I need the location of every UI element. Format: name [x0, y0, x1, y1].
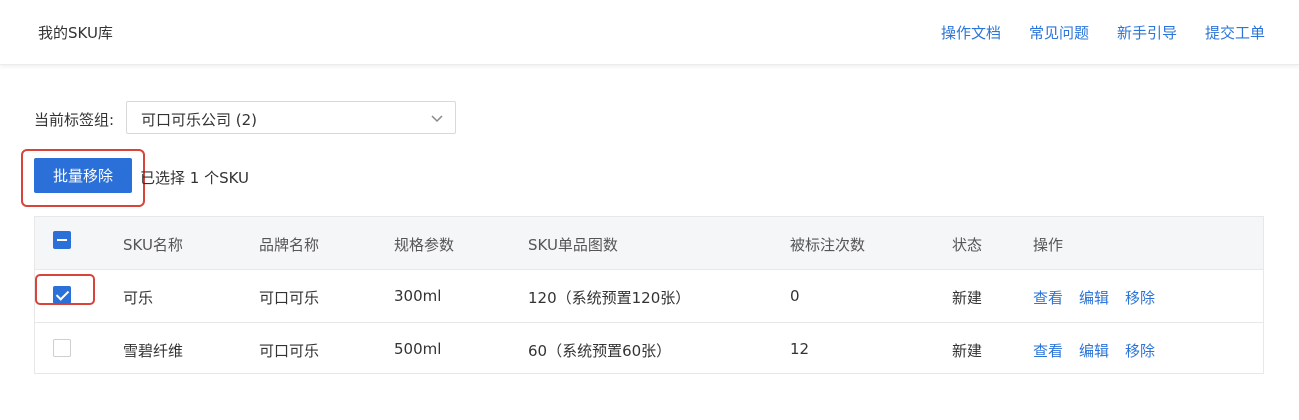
cell-actions: 查看 编辑 移除 — [1033, 287, 1171, 308]
cell-brand: 可口可乐 — [259, 289, 320, 307]
cell-brand: 可口可乐 — [259, 342, 320, 360]
header-link-faq[interactable]: 常见问题 — [1029, 22, 1089, 43]
tag-group-select[interactable]: 可口可乐公司 (2) — [126, 101, 456, 134]
edit-link[interactable]: 编辑 — [1079, 289, 1109, 307]
cell-image-count: 120（系统预置120张） — [528, 289, 691, 307]
column-header-annotation-count: 被标注次数 — [790, 236, 866, 254]
cell-annotation-count: 12 — [790, 340, 810, 358]
view-link[interactable]: 查看 — [1033, 289, 1063, 307]
cell-image-count: 60（系统预置60张） — [528, 342, 672, 360]
selection-count-text: 已选择 1 个SKU — [140, 169, 250, 187]
table-row: 雪碧纤维 可口可乐 500ml 60（系统预置60张） 12 新建 查看 编辑 移除 — [35, 323, 1263, 375]
batch-remove-button[interactable]: 批量移除 — [34, 158, 132, 193]
column-header-spec: 规格参数 — [394, 236, 455, 254]
top-header: 我的SKU库 操作文档 常见问题 新手引导 提交工单 — [0, 0, 1299, 65]
column-header-image-count: SKU单品图数 — [528, 236, 618, 254]
cell-sku-name: 雪碧纤维 — [123, 342, 184, 360]
table-header: SKU名称 品牌名称 规格参数 SKU单品图数 被标注次数 状态 操作 — [35, 217, 1263, 270]
tag-group-label: 当前标签组: — [34, 111, 115, 129]
cell-annotation-count: 0 — [790, 287, 800, 305]
column-header-status: 状态 — [952, 236, 983, 254]
cell-actions: 查看 编辑 移除 — [1033, 340, 1171, 361]
header-link-docs[interactable]: 操作文档 — [941, 22, 1001, 43]
tag-group-selected-value: 可口可乐公司 (2) — [141, 111, 258, 129]
header-nav: 操作文档 常见问题 新手引导 提交工单 — [941, 22, 1265, 43]
column-header-brand: 品牌名称 — [259, 236, 320, 254]
page-title: 我的SKU库 — [38, 24, 113, 42]
cell-spec: 500ml — [394, 340, 442, 358]
chevron-down-icon — [431, 115, 443, 123]
remove-link[interactable]: 移除 — [1125, 342, 1155, 360]
remove-link[interactable]: 移除 — [1125, 289, 1155, 307]
row-checkbox[interactable] — [53, 286, 71, 304]
header-link-ticket[interactable]: 提交工单 — [1205, 22, 1265, 43]
view-link[interactable]: 查看 — [1033, 342, 1063, 360]
cell-status: 新建 — [952, 289, 983, 307]
cell-spec: 300ml — [394, 287, 442, 305]
header-link-guide[interactable]: 新手引导 — [1117, 22, 1177, 43]
sku-table: SKU名称 品牌名称 规格参数 SKU单品图数 被标注次数 状态 操作 可乐 可… — [34, 216, 1264, 374]
column-header-sku-name: SKU名称 — [123, 236, 183, 254]
select-all-checkbox[interactable] — [53, 231, 71, 249]
row-checkbox[interactable] — [53, 339, 71, 357]
cell-status: 新建 — [952, 342, 983, 360]
edit-link[interactable]: 编辑 — [1079, 342, 1109, 360]
table-row: 可乐 可口可乐 300ml 120（系统预置120张） 0 新建 查看 编辑 移除 — [35, 270, 1263, 323]
column-header-actions: 操作 — [1033, 236, 1064, 254]
cell-sku-name: 可乐 — [123, 289, 154, 307]
